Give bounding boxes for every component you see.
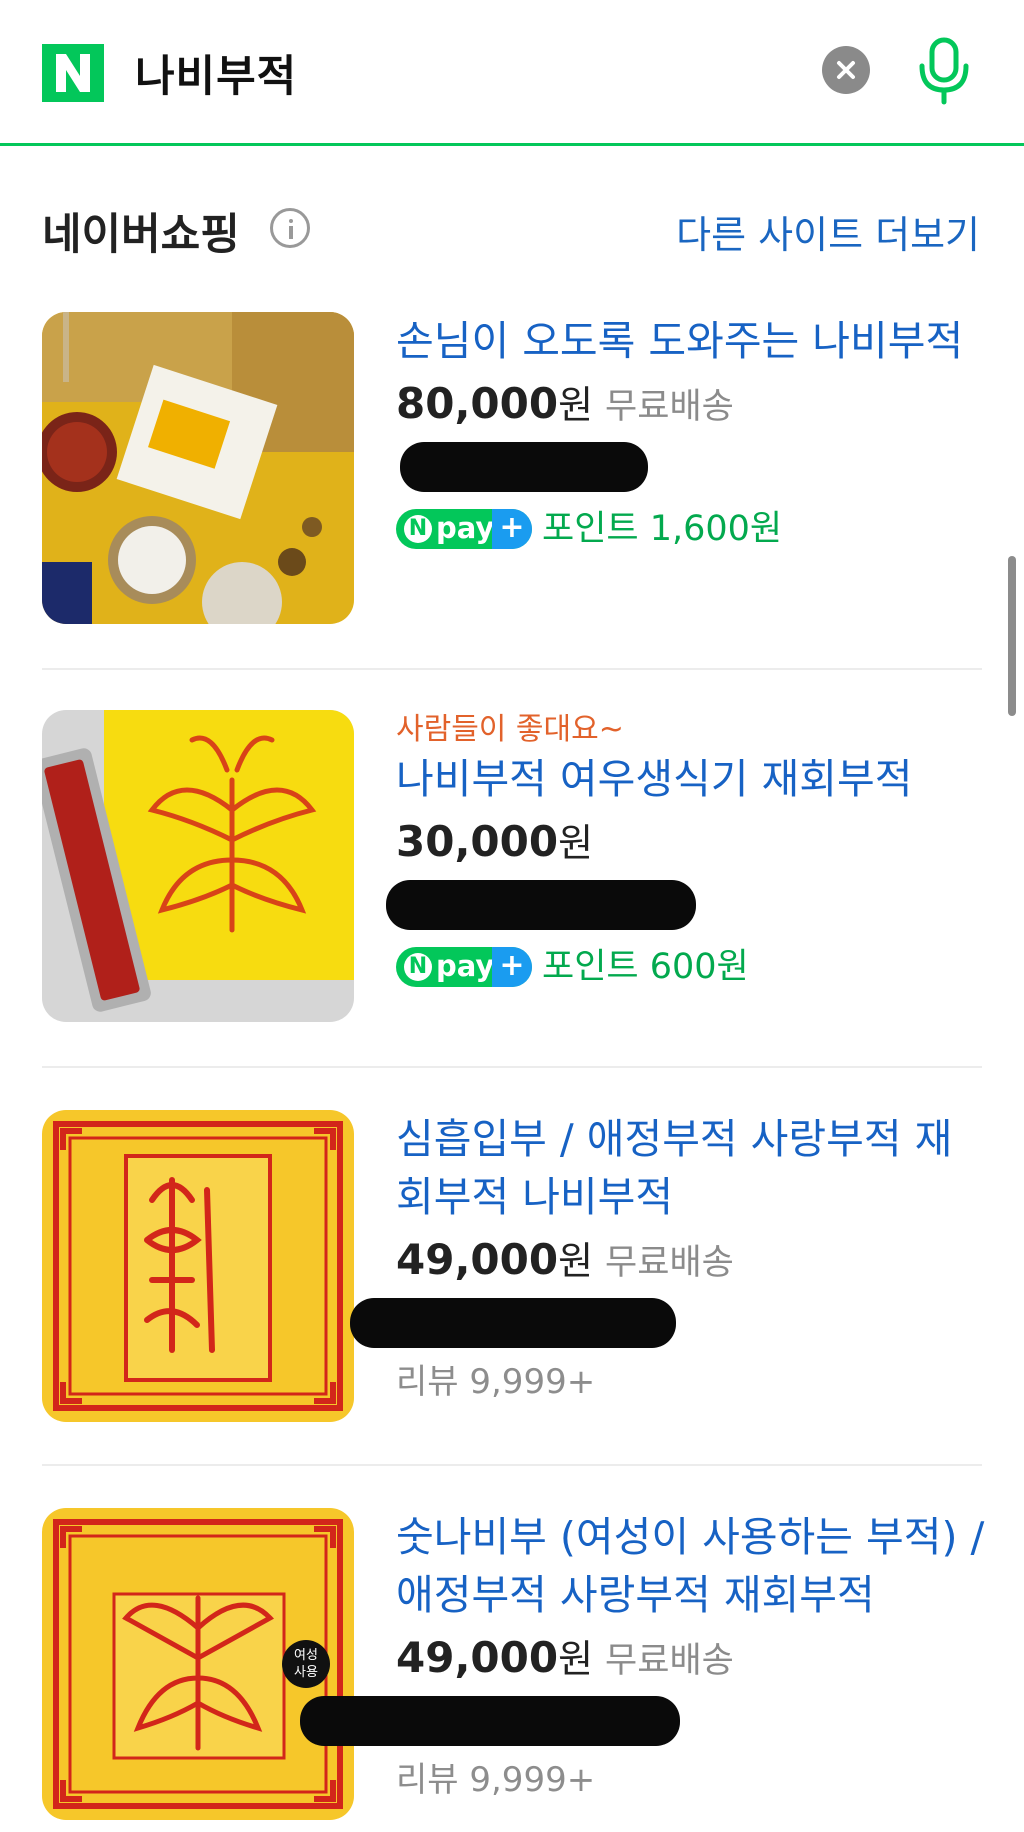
search-header: 나비부적 (0, 0, 1024, 146)
redacted-area (386, 876, 986, 936)
product-title[interactable]: 심흡입부 / 애정부적 사랑부적 재회부적 나비부적 (396, 1110, 986, 1226)
redacted-area (396, 438, 986, 498)
scrollbar[interactable] (1008, 556, 1016, 716)
npay-plus-icon: Npay + (396, 508, 532, 549)
badge-line-2: 사용 (294, 1665, 318, 1680)
shipping-label: 무료배송 (605, 387, 734, 427)
product-title[interactable]: 숫나비부 (여성이 사용하는 부적) / 애정부적 사랑부적 재회부적 (396, 1508, 986, 1624)
close-icon (837, 61, 855, 79)
more-sites-link[interactable]: 다른 사이트 더보기 (676, 204, 980, 259)
badge-line-1: 여성 (294, 1648, 318, 1663)
section-title: 네이버쇼핑 (42, 210, 240, 260)
redacted-area (350, 1294, 986, 1354)
info-icon[interactable] (270, 208, 310, 248)
product-title[interactable]: 나비부적 여우생식기 재회부적 (396, 750, 986, 808)
product-item[interactable]: 여성 사용 숫나비부 (여성이 사용하는 부적) / 애정부적 사랑부적 재회부… (0, 1508, 1024, 1832)
review-count: 리뷰 9,999+ (396, 1362, 596, 1402)
divider (42, 1066, 982, 1068)
product-info: 손님이 오도록 도와주는 나비부적 80,000원 무료배송 Npay + 포인트 … (396, 312, 986, 556)
currency-label: 원 (558, 1239, 594, 1283)
search-input[interactable]: 나비부적 (135, 42, 297, 104)
product-image[interactable]: 여성 사용 (42, 1508, 354, 1820)
redacted-area (300, 1692, 986, 1752)
clear-search-button[interactable] (822, 46, 870, 94)
product-item[interactable]: 심흡입부 / 애정부적 사랑부적 재회부적 나비부적 49,000원 무료배송 리… (0, 1110, 1024, 1510)
voice-search-button[interactable] (914, 36, 974, 108)
product-price: 80,000 (396, 379, 559, 428)
npay-row: Npay + 포인트 1,600원 (396, 500, 986, 556)
product-image[interactable] (42, 1110, 354, 1422)
product-info: 숫나비부 (여성이 사용하는 부적) / 애정부적 사랑부적 재회부적 49,0… (300, 1508, 986, 1808)
naver-logo-icon[interactable] (42, 44, 104, 102)
divider (42, 1464, 982, 1466)
price-row: 49,000원 무료배송 (396, 1630, 986, 1686)
product-image[interactable] (42, 312, 354, 624)
shipping-label: 무료배송 (605, 1641, 734, 1681)
currency-label: 원 (558, 1637, 594, 1681)
npay-points: 포인트 1,600원 (542, 508, 783, 549)
price-row: 30,000원 (396, 814, 986, 870)
currency-label: 원 (558, 383, 594, 427)
npay-points: 포인트 600원 (542, 946, 749, 987)
product-info: 심흡입부 / 애정부적 사랑부적 재회부적 나비부적 49,000원 무료배송 리… (350, 1110, 986, 1410)
product-info: 사람들이 좋대요~ 나비부적 여우생식기 재회부적 30,000원 Npay + … (386, 710, 986, 994)
product-price: 49,000 (396, 1633, 559, 1682)
product-item[interactable]: 사람들이 좋대요~ 나비부적 여우생식기 재회부적 30,000원 Npay + … (0, 710, 1024, 1110)
shipping-label: 무료배송 (605, 1243, 734, 1283)
product-image[interactable] (42, 710, 354, 1022)
price-row: 49,000원 무료배송 (396, 1232, 986, 1288)
product-item[interactable]: 손님이 오도록 도와주는 나비부적 80,000원 무료배송 Npay + 포인트 … (0, 312, 1024, 712)
npay-row: Npay + 포인트 600원 (396, 938, 986, 994)
promo-text: 사람들이 좋대요~ (396, 712, 624, 747)
npay-plus-icon: Npay + (396, 946, 532, 987)
product-price: 49,000 (396, 1235, 559, 1284)
price-row: 80,000원 무료배송 (396, 376, 986, 432)
divider (42, 668, 982, 670)
microphone-icon (919, 37, 969, 105)
currency-label: 원 (558, 821, 594, 865)
product-title[interactable]: 손님이 오도록 도와주는 나비부적 (396, 312, 986, 370)
product-price: 30,000 (396, 817, 559, 866)
review-count: 리뷰 9,999+ (396, 1760, 596, 1800)
